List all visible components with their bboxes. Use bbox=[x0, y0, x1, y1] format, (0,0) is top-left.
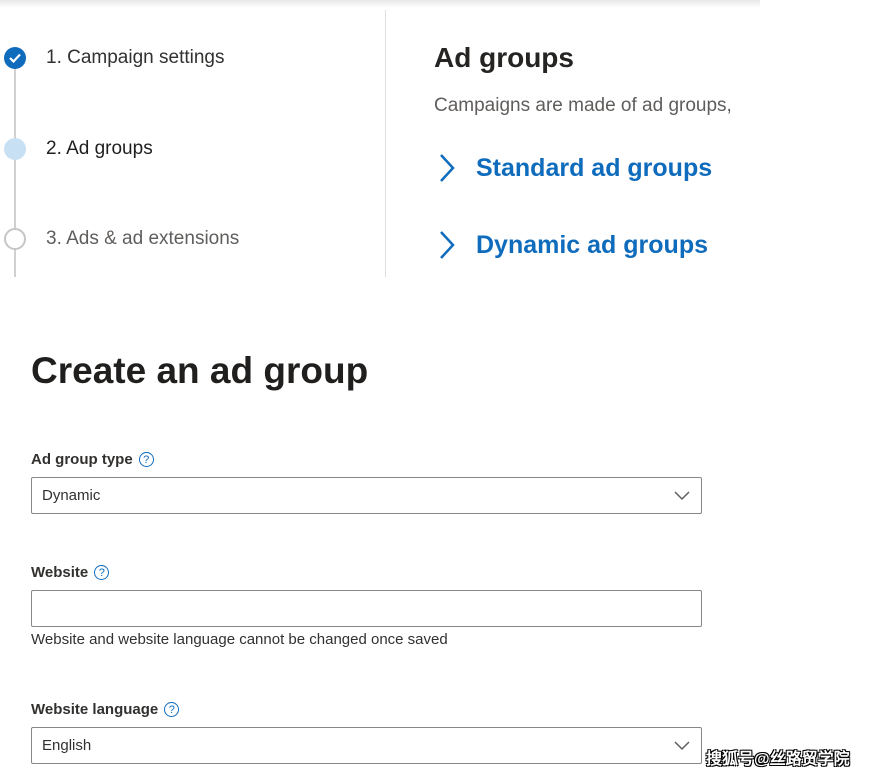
chevron-right-icon bbox=[440, 231, 455, 259]
page-title: Create an ad group bbox=[31, 350, 369, 391]
website-hint: Website and website language cannot be c… bbox=[31, 631, 448, 648]
check-icon bbox=[4, 47, 26, 69]
panel-divider bbox=[385, 10, 386, 277]
website-input-box[interactable] bbox=[31, 590, 702, 627]
ad-group-type-label: Ad group type ? bbox=[31, 451, 154, 468]
watermark: 搜狐号@丝路贸学院 bbox=[706, 751, 850, 768]
website-label: Website ? bbox=[31, 564, 110, 581]
ad-group-type-dropdown[interactable]: Dynamic bbox=[31, 477, 702, 514]
help-icon[interactable]: ? bbox=[138, 452, 154, 467]
link-label: Standard ad groups bbox=[476, 153, 713, 182]
dynamic-ad-groups-link[interactable]: Dynamic ad groups bbox=[436, 229, 708, 261]
field-label: Ad group type bbox=[31, 451, 133, 468]
pending-step-dot bbox=[4, 228, 26, 250]
help-icon[interactable]: ? bbox=[94, 565, 110, 580]
step-label: 1. Campaign settings bbox=[46, 47, 225, 68]
current-step-dot bbox=[4, 138, 26, 160]
field-label: Website bbox=[31, 564, 89, 581]
ad-groups-title: Ad groups bbox=[434, 42, 574, 73]
standard-ad-groups-link[interactable]: Standard ad groups bbox=[436, 152, 712, 184]
dropdown-value: Dynamic bbox=[42, 487, 101, 504]
field-label: Website language bbox=[31, 701, 159, 718]
chevron-down-icon bbox=[674, 741, 690, 751]
website-language-label: Website language ? bbox=[31, 701, 180, 718]
wizard-header: 1. Campaign settings 2. Ad groups 3. Ads… bbox=[0, 0, 760, 277]
step-label: 3. Ads & ad extensions bbox=[46, 228, 240, 249]
link-label: Dynamic ad groups bbox=[476, 230, 708, 259]
website-language-dropdown[interactable]: English bbox=[31, 727, 702, 764]
ad-groups-description: Campaigns are made of ad groups, bbox=[434, 95, 732, 116]
step-label: 2. Ad groups bbox=[46, 138, 153, 159]
help-icon[interactable]: ? bbox=[164, 702, 180, 717]
header-shadow bbox=[0, 0, 760, 8]
website-input[interactable] bbox=[32, 591, 701, 626]
chevron-down-icon bbox=[674, 491, 690, 501]
dropdown-value: English bbox=[42, 737, 92, 754]
chevron-right-icon bbox=[440, 154, 455, 182]
